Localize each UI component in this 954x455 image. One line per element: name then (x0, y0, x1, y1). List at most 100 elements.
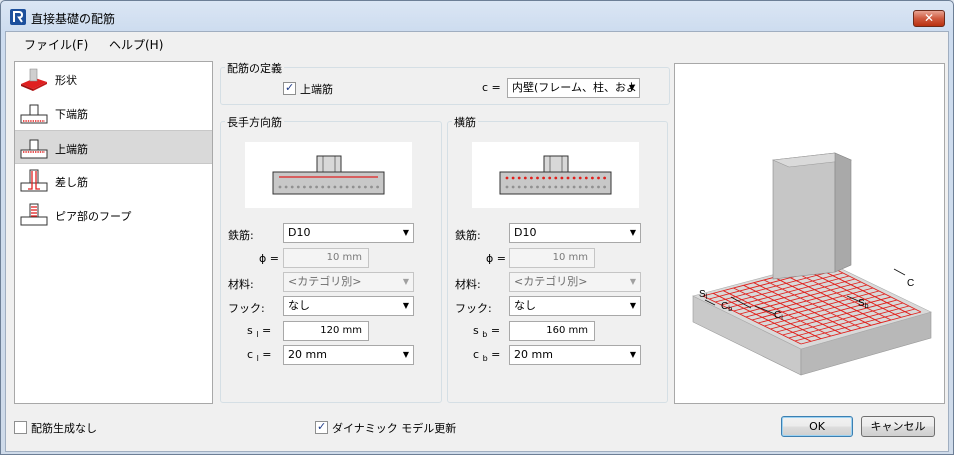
transverse-rebar-value: D10 (514, 226, 537, 239)
cover-symbol: c (473, 348, 480, 361)
rebar-dot (370, 185, 373, 189)
rebar-dot (566, 176, 570, 180)
rebar-dot (511, 176, 515, 180)
longitudinal-spacing-field[interactable]: 120 mm (283, 321, 369, 341)
bottom-rebar-icon (20, 104, 48, 124)
list-item-top-rebar[interactable]: 上端筋 (15, 130, 212, 164)
rebar-dot (364, 185, 367, 189)
rebar-dot (584, 185, 588, 189)
menu-help[interactable]: ヘルプ(H) (109, 36, 163, 53)
rebar-dot (315, 185, 318, 189)
rebar-dot (517, 176, 521, 180)
transverse-hook-select[interactable]: なし ▼ (509, 296, 641, 316)
rebar-dot (523, 176, 527, 180)
rebar-dot (376, 185, 379, 189)
longitudinal-preview (245, 142, 412, 208)
transverse-phi-field: 10 mm (509, 248, 595, 268)
equals-sign: = (261, 324, 272, 337)
longitudinal-group-label: 長手方向筋 (225, 114, 284, 130)
rebar-dot (591, 176, 594, 180)
dynamic-update-checkbox[interactable]: ✓ (315, 420, 328, 434)
rebar-dot (339, 185, 343, 189)
cover-subscript: b (482, 354, 488, 364)
rebar-dot (327, 185, 331, 189)
list-item-bottom-rebar[interactable]: 下端筋 (15, 96, 212, 130)
footing-shape-icon (21, 68, 47, 91)
rebar-dot (530, 176, 533, 180)
rebar-dot (572, 176, 576, 180)
longitudinal-rebar-select[interactable]: D10 ▼ (283, 223, 414, 243)
menu-file[interactable]: ファイル(F) (24, 36, 88, 53)
rebar-dot (530, 185, 533, 189)
longitudinal-rebar-label: 鉄筋: (228, 229, 254, 242)
cover-symbol: c (247, 348, 254, 361)
list-item-dowels[interactable]: 差し筋 (15, 164, 212, 198)
list-item-shape[interactable]: 形状 (15, 62, 212, 96)
ok-button[interactable]: OK (781, 416, 853, 437)
list-label-top-rebar: 上端筋 (55, 143, 88, 156)
rebar-dot (284, 185, 288, 189)
rebar-dot (597, 185, 600, 189)
spacing-subscript: l (256, 330, 259, 340)
longitudinal-phi-label: ϕ = (259, 252, 279, 265)
rebar-dot (584, 176, 588, 180)
cancel-button[interactable]: キャンセル (861, 416, 935, 437)
list-label-shape: 形状 (55, 74, 77, 87)
chevron-down-icon: ▼ (629, 350, 636, 359)
checkmark-icon: ✓ (285, 81, 295, 94)
dialog-window: 直接基礎の配筋 ✕ ファイル(F) ヘルプ(H) 形状 下端筋 上端筋 差し筋 … (0, 0, 954, 455)
close-button[interactable]: ✕ (913, 10, 945, 27)
rebar-dot (591, 185, 594, 189)
longitudinal-hook-label: フック: (228, 302, 265, 315)
list-item-pier-hoops[interactable]: ピア部のフープ (15, 198, 212, 232)
transverse-preview (472, 142, 639, 208)
longitudinal-cover-select[interactable]: 20 mm ▼ (283, 345, 414, 365)
rebar-dot (566, 185, 570, 189)
rebar-dot (560, 176, 564, 180)
c-select[interactable]: 内壁(フレーム、柱、およ ▼ (507, 78, 640, 98)
rebar-dot (278, 185, 282, 189)
transverse-cover-label: c b = (473, 348, 500, 363)
rebar-dot (511, 185, 515, 189)
rebar-dot (560, 185, 564, 189)
cover-subscript: l (256, 354, 259, 364)
revit-app-icon (10, 9, 26, 25)
footing-3d-preview[interactable]: Sl Cb Cl Sb C (674, 63, 945, 404)
equals-sign: = (262, 348, 272, 361)
longitudinal-section-diagram (272, 155, 385, 195)
chevron-down-icon: ▼ (402, 228, 409, 237)
longitudinal-material-value: <カテゴリ別> (288, 275, 362, 288)
rebar-dot (351, 185, 355, 189)
transverse-material-value: <カテゴリ別> (514, 275, 588, 288)
dynamic-update-label: ダイナミック モデル更新 (332, 422, 457, 435)
longitudinal-hook-select[interactable]: なし ▼ (283, 296, 414, 316)
transverse-phi-label: ϕ = (486, 252, 506, 265)
chevron-down-icon: ▼ (402, 301, 409, 310)
category-list: 形状 下端筋 上端筋 差し筋 ピア部のフープ (14, 61, 213, 404)
dowel-rebar-icon (20, 169, 48, 192)
rebar-dot (578, 185, 582, 189)
pier-hoop-icon (20, 203, 48, 226)
checkmark-icon: ✓ (317, 420, 327, 433)
chevron-down-icon: ▼ (628, 83, 635, 92)
transverse-rebar-select[interactable]: D10 ▼ (509, 223, 641, 243)
c-label: c = (482, 81, 501, 94)
transverse-spacing-field[interactable]: 160 mm (509, 321, 595, 341)
chevron-down-icon: ▼ (402, 277, 409, 286)
list-label-bottom-rebar: 下端筋 (55, 108, 88, 121)
rebar-dot (296, 185, 300, 189)
longitudinal-phi-field: 10 mm (283, 248, 369, 268)
menu-bar: ファイル(F) ヘルプ(H) (6, 32, 948, 56)
chevron-down-icon: ▼ (629, 228, 636, 237)
rebar-dot (597, 176, 600, 180)
top-rebar-checkbox[interactable]: ✓ (283, 81, 296, 95)
transverse-rebar-label: 鉄筋: (455, 229, 481, 242)
transverse-cover-select[interactable]: 20 mm ▼ (509, 345, 641, 365)
rebar-dot (548, 185, 552, 189)
chevron-down-icon: ▼ (629, 277, 636, 286)
rebar-dot (523, 185, 527, 189)
no-rebar-checkbox[interactable] (14, 421, 27, 434)
top-rebar-checkbox-label: 上端筋 (300, 83, 333, 96)
window-title: 直接基礎の配筋 (31, 12, 116, 26)
transverse-hook-value: なし (514, 299, 536, 312)
